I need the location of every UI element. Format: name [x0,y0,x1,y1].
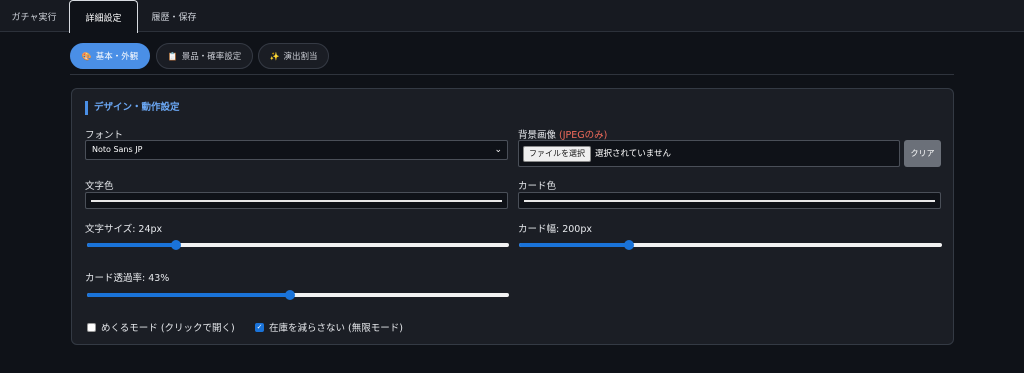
file-status-text: 選択されていません [595,149,671,159]
subtab-effects[interactable]: ✨ 演出割当 [258,43,329,69]
subtab-prizes-probability[interactable]: 📋 景品・確率設定 [156,43,253,69]
clear-button[interactable]: クリア [904,140,941,167]
card-color-label: カード色 [518,181,557,192]
subtab-label: 景品・確率設定 [181,52,242,62]
card-color-input[interactable] [518,192,941,209]
tab-detail-settings[interactable]: 詳細設定 [69,0,138,33]
subtab-label: 演出割当 [283,52,318,62]
chevron-down-icon: ⌄ [494,145,502,155]
checkbox-box[interactable] [87,322,96,332]
text-color-input[interactable] [85,192,508,209]
text-color-label: 文字色 [85,181,114,192]
clipboard-icon: 📋 [167,51,178,61]
choose-file-button[interactable]: ファイルを選択 [523,146,591,162]
flip-mode-label: めくるモード (クリックで開く) [101,323,235,334]
palette-icon: 🎨 [81,51,92,61]
bg-image-label: 背景画像 (JPEGのみ) [518,127,607,141]
subtab-basic-appearance[interactable]: 🎨 基本・外観 [70,43,150,69]
card-width-slider[interactable] [519,238,942,252]
tab-history-save[interactable]: 履歴・保存 [140,0,208,32]
card-color-swatch [524,200,935,202]
divider [70,74,954,75]
card-width-label: カード幅: 200px [518,224,593,235]
slider-fill [87,243,176,247]
font-select[interactable]: Noto Sans JP ⌄ [85,140,508,160]
subtab-label: 基本・外観 [95,52,139,62]
font-label: フォント [85,130,124,141]
flip-mode-checkbox[interactable]: めくるモード (クリックで開く) [87,320,235,334]
slider-thumb[interactable] [170,240,181,250]
card-title: デザイン・動作設定 [85,101,180,115]
tab-gacha-run[interactable]: ガチャ実行 [0,0,68,32]
slider-thumb[interactable] [284,290,295,300]
slider-fill [519,243,629,247]
checkbox-box[interactable]: ✓ [255,322,264,332]
card-opacity-label: カード透過率: 43% [85,273,170,284]
text-size-label: 文字サイズ: 24px [85,224,163,235]
slider-thumb[interactable] [623,240,634,250]
bg-image-file-input: ファイルを選択 選択されていません [518,140,900,167]
font-select-value: Noto Sans JP [92,145,143,154]
sparkles-icon: ✨ [269,51,280,61]
card-opacity-slider[interactable] [87,288,509,302]
text-color-swatch [91,200,502,202]
design-settings-card: デザイン・動作設定 フォント Noto Sans JP ⌄ 背景画像 (JPEG… [71,88,954,345]
top-nav: ガチャ実行 詳細設定 履歴・保存 [0,0,1024,33]
slider-fill [87,293,290,297]
text-size-slider[interactable] [87,238,509,252]
infinite-mode-checkbox[interactable]: ✓ 在庫を減らさない (無限モード) [255,320,403,334]
infinite-mode-label: 在庫を減らさない (無限モード) [269,323,403,334]
